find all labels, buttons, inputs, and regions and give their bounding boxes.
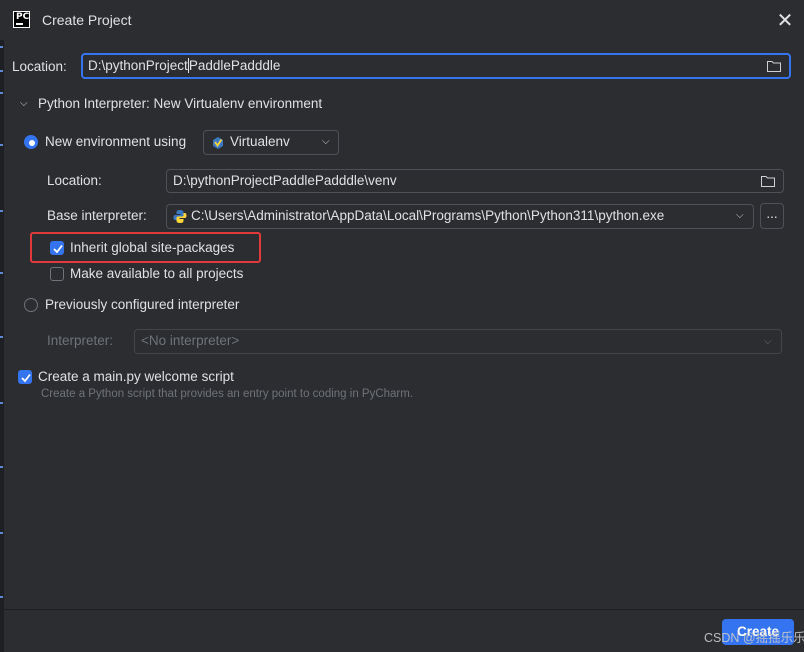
inherit-packages-checkbox[interactable] (50, 241, 64, 255)
location-value-end: PaddlePadddle (188, 58, 281, 73)
env-location-label: Location: (47, 173, 102, 188)
location-value-start: D:\pythonProject (88, 58, 188, 73)
welcome-script-label[interactable]: Create a main.py welcome script (38, 369, 234, 384)
folder-icon[interactable] (767, 61, 781, 72)
new-environment-radio[interactable] (24, 135, 38, 149)
title-bar: PC Create Project ✕ (0, 0, 804, 40)
window-title: Create Project (42, 12, 132, 28)
previous-interpreter-radio[interactable] (24, 298, 38, 312)
env-location-value: D:\pythonProjectPaddlePadddle\venv (173, 173, 397, 188)
env-location-input[interactable]: D:\pythonProjectPaddlePadddle\venv (166, 169, 784, 193)
new-environment-label[interactable]: New environment using (45, 134, 186, 149)
chevron-down-icon: ⌵ (322, 136, 330, 147)
interpreter-section-title[interactable]: Python Interpreter: New Virtualenv envir… (38, 96, 322, 111)
environment-tool-value: Virtualenv (230, 134, 290, 149)
base-interpreter-value: C:\Users\Administrator\AppData\Local\Pro… (191, 208, 665, 223)
welcome-script-hint: Create a Python script that provides an … (41, 388, 414, 400)
make-available-checkbox[interactable] (50, 267, 64, 281)
chevron-down-icon: ⌵ (736, 210, 744, 221)
section-collapse-chevron-icon[interactable]: ⌵ (20, 98, 28, 109)
browse-interpreter-button[interactable]: ... (760, 203, 784, 229)
previous-interpreter-label[interactable]: Previously configured interpreter (45, 297, 239, 312)
base-interpreter-label: Base interpreter: (47, 208, 147, 223)
location-label-text: Location: (12, 59, 67, 74)
footer-divider (0, 609, 804, 610)
folder-icon[interactable] (761, 176, 775, 187)
close-icon[interactable]: ✕ (776, 10, 794, 30)
location-label: Location: (12, 59, 67, 74)
inherit-packages-label[interactable]: Inherit global site-packages (70, 240, 234, 255)
welcome-script-checkbox[interactable] (18, 370, 32, 384)
interpreter-select: <No interpreter> ⌵ (134, 329, 782, 354)
chevron-down-icon: ⌵ (764, 336, 772, 347)
pycharm-logo-icon: PC (13, 11, 30, 28)
interpreter-label: Interpreter: (47, 333, 114, 348)
base-interpreter-select[interactable]: C:\Users\Administrator\AppData\Local\Pro… (166, 204, 754, 229)
csdn-watermark: CSDN @摇摇乐乐乐 (704, 631, 804, 645)
python-icon (173, 210, 187, 223)
background-window-edge (0, 40, 4, 652)
environment-tool-select[interactable]: Virtualenv ⌵ (203, 130, 339, 155)
virtualenv-icon (213, 137, 223, 149)
project-location-input[interactable]: D:\pythonProjectPaddlePadddle (81, 53, 791, 79)
interpreter-value: <No interpreter> (141, 333, 240, 348)
make-available-label[interactable]: Make available to all projects (70, 266, 243, 281)
